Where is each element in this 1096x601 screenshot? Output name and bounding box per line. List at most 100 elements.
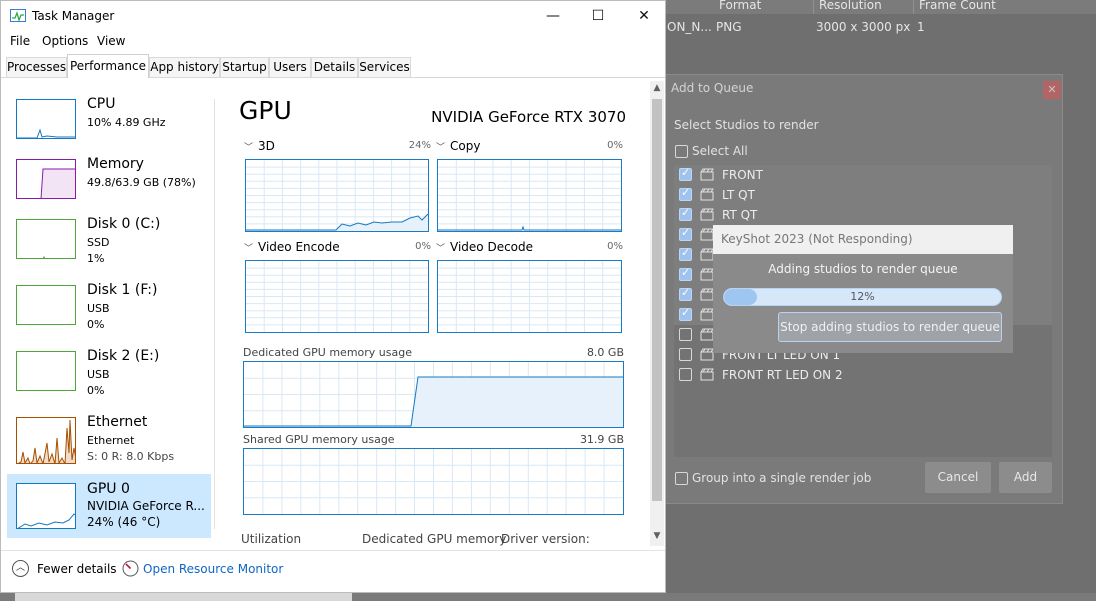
resource-monitor-icon[interactable] bbox=[122, 560, 139, 577]
stop-adding-button[interactable]: Stop adding studios to render queue bbox=[778, 312, 1002, 342]
studio-icon bbox=[700, 188, 714, 201]
dedicated-memory-label: Dedicated GPU memory usage bbox=[243, 346, 412, 359]
gpu-thumbnail bbox=[16, 483, 76, 529]
add-button[interactable]: Add bbox=[999, 462, 1052, 493]
sidebar-item-disk-1[interactable]: Disk 1 (F:) USB 0% bbox=[7, 280, 211, 340]
studio-checkbox[interactable] bbox=[679, 166, 692, 181]
studio-icon bbox=[700, 228, 714, 241]
group-render-checkbox[interactable] bbox=[675, 472, 688, 485]
sidebar-item-memory[interactable]: Memory 49.8/63.9 GB (78%) bbox=[7, 154, 211, 214]
close-button[interactable]: ✕ bbox=[1043, 81, 1061, 99]
engine-video-decode-label[interactable]: ﹀ Video Decode bbox=[436, 240, 533, 254]
select-all-label[interactable]: Select All bbox=[692, 144, 748, 158]
sidebar-item-disk-0[interactable]: Disk 0 (C:) SSD 1% bbox=[7, 214, 211, 274]
sidebar-item-ethernet[interactable]: Ethernet Ethernet S: 0 R: 8.0 Kbps bbox=[7, 412, 211, 472]
open-resource-monitor-link[interactable]: Open Resource Monitor bbox=[143, 562, 283, 576]
sidebar-item-usage: S: 0 R: 8.0 Kbps bbox=[87, 450, 175, 463]
tab-performance[interactable]: Performance bbox=[67, 54, 149, 78]
tab-services[interactable]: Services bbox=[358, 57, 411, 77]
studio-label: FRONT bbox=[722, 168, 763, 182]
sidebar-item-detail: SSD bbox=[87, 236, 110, 249]
memory-thumbnail bbox=[16, 159, 76, 199]
ethernet-thumbnail bbox=[16, 417, 76, 464]
dialog-subtitle: Select Studios to render bbox=[674, 118, 819, 132]
menu-options[interactable]: Options bbox=[42, 34, 88, 48]
group-render-label[interactable]: Group into a single render job bbox=[692, 471, 871, 485]
background-bottom-strip bbox=[0, 593, 1096, 601]
column-header-resolution[interactable]: Resolution bbox=[819, 0, 882, 12]
vertical-scrollbar[interactable]: ▲ ▼ bbox=[650, 81, 664, 546]
studio-checkbox[interactable] bbox=[679, 368, 692, 381]
sidebar-item-disk-2[interactable]: Disk 2 (E:) USB 0% bbox=[7, 346, 211, 406]
engine-video-encode-percent: 0% bbox=[415, 241, 431, 252]
tab-details[interactable]: Details bbox=[311, 57, 358, 77]
studio-checkbox[interactable] bbox=[679, 206, 692, 221]
scroll-down-icon[interactable]: ▼ bbox=[650, 531, 664, 541]
progress-message: Adding studios to render queue bbox=[768, 262, 958, 276]
close-button[interactable]: ✕ bbox=[621, 3, 667, 29]
studio-checkbox[interactable] bbox=[679, 266, 692, 281]
studio-label: FRONT RT LED ON 2 bbox=[722, 368, 843, 382]
tab-users[interactable]: Users bbox=[269, 57, 311, 77]
engine-copy-percent: 0% bbox=[607, 140, 623, 151]
sidebar-divider bbox=[214, 99, 215, 529]
tab-startup[interactable]: Startup bbox=[220, 57, 269, 77]
cancel-button[interactable]: Cancel bbox=[925, 462, 991, 493]
utilization-label: Utilization bbox=[241, 532, 302, 546]
table-row[interactable]: ON_N... PNG 3000 x 3000 px 1 bbox=[665, 20, 1096, 38]
engine-video-encode-label[interactable]: ﹀ Video Encode bbox=[244, 240, 340, 254]
sidebar-item-label: Disk 1 (F:) bbox=[87, 282, 158, 298]
task-manager-icon bbox=[10, 9, 26, 23]
list-item[interactable]: RT QT bbox=[674, 205, 1052, 225]
sidebar-item-gpu-0[interactable]: GPU 0 NVIDIA GeForce R... 24% (46 °C) bbox=[7, 474, 211, 538]
gpu-heading: GPU bbox=[239, 96, 292, 125]
studio-checkbox[interactable] bbox=[679, 328, 692, 341]
sidebar-item-label: Ethernet bbox=[87, 414, 148, 430]
scroll-up-icon[interactable]: ▲ bbox=[650, 83, 664, 93]
studio-checkbox[interactable] bbox=[679, 286, 692, 301]
shared-memory-label: Shared GPU memory usage bbox=[243, 433, 395, 446]
studio-icon bbox=[700, 288, 714, 301]
engine-3d-graph bbox=[245, 159, 429, 232]
sidebar-item-cpu[interactable]: CPU 10% 4.89 GHz bbox=[7, 94, 211, 154]
select-all-checkbox[interactable] bbox=[675, 145, 688, 158]
studio-label: LT QT bbox=[722, 188, 755, 202]
not-responding-dialog: KeyShot 2023 (Not Responding) Adding stu… bbox=[713, 225, 1013, 353]
sidebar-item-detail: USB bbox=[87, 368, 110, 381]
cpu-thumbnail bbox=[16, 99, 76, 139]
studio-checkbox[interactable] bbox=[679, 246, 692, 261]
footer-divider bbox=[1, 550, 665, 551]
tab-app-history[interactable]: App history bbox=[149, 57, 220, 77]
chevron-up-icon[interactable]: ︿ bbox=[12, 560, 29, 577]
driver-version-label: Driver version: bbox=[501, 532, 590, 546]
studio-icon bbox=[700, 348, 714, 361]
progress-percent: 12% bbox=[850, 290, 875, 303]
studio-checkbox[interactable] bbox=[679, 348, 692, 361]
sidebar-item-label: Disk 0 (C:) bbox=[87, 216, 161, 232]
studio-checkbox[interactable] bbox=[679, 226, 692, 241]
studio-checkbox[interactable] bbox=[679, 186, 692, 201]
sidebar-item-detail: 49.8/63.9 GB (78%) bbox=[87, 176, 196, 189]
minimize-button[interactable]: — bbox=[530, 3, 576, 29]
maximize-button[interactable]: ☐ bbox=[575, 3, 621, 29]
studio-label: RT QT bbox=[722, 208, 758, 222]
scrollbar-thumb[interactable] bbox=[652, 99, 662, 501]
menu-file[interactable]: File bbox=[10, 34, 30, 48]
engine-copy-label[interactable]: ﹀ Copy bbox=[436, 139, 480, 153]
list-item[interactable]: LT QT bbox=[674, 185, 1052, 205]
progress-bar: 12% bbox=[723, 288, 1002, 306]
list-item[interactable]: FRONT RT LED ON 2 bbox=[674, 365, 1052, 385]
studio-checkbox[interactable] bbox=[679, 306, 692, 321]
sidebar-item-detail: Ethernet bbox=[87, 434, 135, 447]
engine-3d-label[interactable]: ﹀ 3D bbox=[244, 139, 275, 153]
fewer-details-link[interactable]: Fewer details bbox=[37, 562, 117, 576]
window-title: Task Manager bbox=[32, 9, 115, 23]
menu-view[interactable]: View bbox=[97, 34, 125, 48]
column-header-frame-count[interactable]: Frame Count bbox=[919, 0, 996, 12]
tab-processes[interactable]: Processes bbox=[6, 57, 67, 77]
column-header-format[interactable]: Format bbox=[719, 0, 761, 12]
dialog-title: Add to Queue bbox=[671, 81, 754, 95]
list-item[interactable]: FRONT bbox=[674, 165, 1052, 185]
dedicated-memory-stat-label: Dedicated GPU memory bbox=[362, 532, 507, 546]
sidebar-item-detail: 10% 4.89 GHz bbox=[87, 116, 166, 129]
